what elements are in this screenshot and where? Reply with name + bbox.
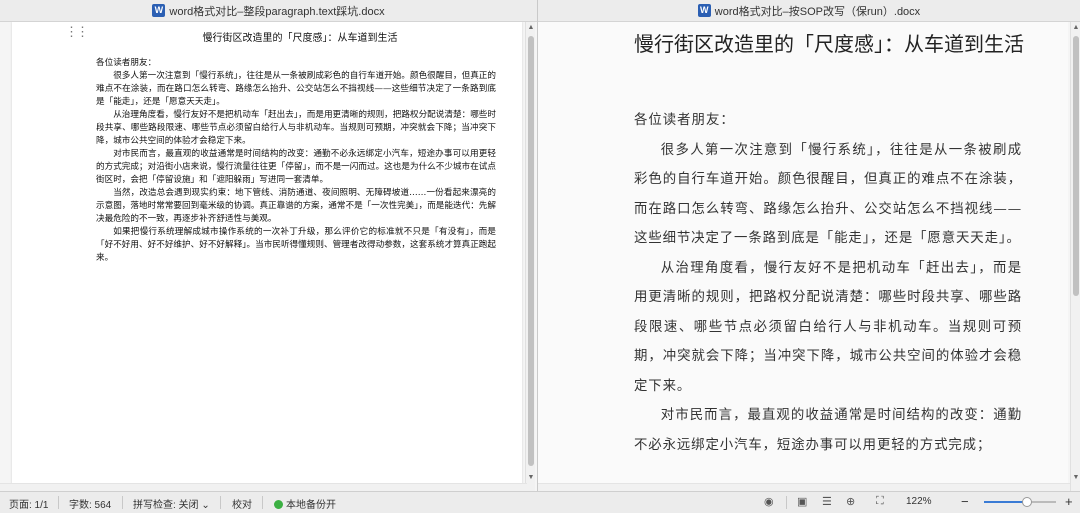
- left-window-titlebar[interactable]: W word格式对比–整段paragraph.text踩坑.docx: [0, 0, 537, 22]
- left-vertical-scrollbar[interactable]: ▲ ▼: [525, 22, 535, 491]
- zoom-slider-knob[interactable]: [1022, 497, 1033, 507]
- left-window-title: word格式对比–整段paragraph.text踩坑.docx: [169, 5, 385, 18]
- right-document-area: 慢行街区改造里的「尺度感」：从车道到生活 各位读者朋友： 很多人第一次注意到「慢…: [538, 22, 1080, 491]
- left-document-window: W word格式对比–整段paragraph.text踩坑.docx ⋮⋮ 慢行…: [0, 0, 537, 491]
- scroll-down-arrow-icon[interactable]: ▼: [526, 474, 536, 481]
- zoom-slider-fill: [984, 501, 1028, 503]
- spellcheck-label: 拼写检查: 关闭: [133, 500, 199, 511]
- status-bar: 页面: 1/1 字数: 564 拼写检查: 关闭 ⌄ 校对 本地备份开 ◉ ▣ …: [0, 491, 1080, 513]
- status-separator: [58, 496, 59, 509]
- left-paragraph: 对市民而言，最直观的收益通常是时间结构的改变：通勤不必永远绑定小汽车，短途办事可…: [96, 149, 496, 185]
- page-indicator[interactable]: 页面: 1/1: [9, 496, 48, 511]
- status-separator: [262, 496, 263, 509]
- chevron-down-icon: ⌄: [201, 500, 210, 511]
- left-paragraph: 如果把慢行系统理解成城市操作系统的一次补丁升级，那么评价它的标准就不只是「有没有…: [96, 227, 496, 263]
- right-doc-title: 慢行街区改造里的「尺度感」：从车道到生活: [634, 32, 1024, 56]
- left-scroll-thumb[interactable]: [528, 36, 534, 466]
- left-document-area: ⋮⋮ 慢行街区改造里的「尺度感」：从车道到生活 各位读者朋友： 很多人第一次注意…: [0, 22, 537, 491]
- eye-icon[interactable]: ◉: [764, 495, 774, 508]
- word-count[interactable]: 字数: 564: [69, 496, 111, 511]
- right-doc-body: 各位读者朋友： 很多人第一次注意到「慢行系统」，往往是从一条被刷成彩色的自行车道…: [634, 106, 1022, 460]
- scroll-down-arrow-icon[interactable]: ▼: [1071, 474, 1080, 481]
- right-paragraph: 很多人第一次注意到「慢行系统」，往往是从一条被刷成彩色的自行车道开始。颜色很醒目…: [634, 142, 1022, 247]
- zoom-slider[interactable]: [984, 497, 1056, 507]
- right-document-page[interactable]: 慢行街区改造里的「尺度感」：从车道到生活 各位读者朋友： 很多人第一次注意到「慢…: [538, 22, 1068, 491]
- drag-handle-icon[interactable]: ⋮⋮: [65, 25, 89, 38]
- left-horizontal-scrollbar[interactable]: [0, 483, 527, 491]
- left-paragraph: 从治理角度看，慢行友好不是把机动车「赶出去」，而是用更清晰的规则，把路权分配说清…: [96, 110, 496, 146]
- left-document-page[interactable]: ⋮⋮ 慢行街区改造里的「尺度感」：从车道到生活 各位读者朋友： 很多人第一次注意…: [12, 22, 522, 491]
- right-window-title: word格式对比–按SOP改写（保run）.docx: [714, 5, 921, 18]
- left-doc-body: 各位读者朋友： 很多人第一次注意到「慢行系统」，往往是从一条被刷成彩色的自行车道…: [96, 57, 496, 265]
- word-app-icon: W: [152, 4, 166, 17]
- outline-view-icon[interactable]: ☰: [822, 495, 832, 508]
- left-doc-title: 慢行街区改造里的「尺度感」：从车道到生活: [202, 33, 398, 44]
- zoom-out-button[interactable]: −: [961, 494, 969, 509]
- right-document-window: W word格式对比–按SOP改写（保run）.docx 慢行街区改造里的「尺度…: [538, 0, 1080, 491]
- scroll-up-arrow-icon[interactable]: ▲: [1071, 24, 1080, 31]
- status-separator: [122, 496, 123, 509]
- local-backup-status[interactable]: 本地备份开: [274, 496, 336, 511]
- right-vertical-scrollbar[interactable]: ▲ ▼: [1070, 22, 1080, 491]
- focus-mode-icon[interactable]: ⛶: [876, 495, 884, 508]
- zoom-in-button[interactable]: +: [1065, 494, 1073, 509]
- scroll-up-arrow-icon[interactable]: ▲: [526, 24, 536, 31]
- status-separator: [786, 496, 787, 509]
- right-paragraph: 从治理角度看，慢行友好不是把机动车「赶出去」，而是用更清晰的规则，把路权分配说清…: [634, 260, 1022, 394]
- right-horizontal-scrollbar[interactable]: [538, 483, 1070, 491]
- right-paragraph: 对市民而言，最直观的收益通常是时间结构的改变：通勤不必永远绑定小汽车，短途办事可…: [634, 408, 1022, 453]
- right-scroll-thumb[interactable]: [1073, 36, 1079, 296]
- zoom-level[interactable]: 122%: [906, 496, 932, 507]
- backup-label: 本地备份开: [286, 500, 336, 511]
- status-separator: [220, 496, 221, 509]
- proofread-button[interactable]: 校对: [232, 496, 252, 511]
- backup-status-dot-icon: [274, 500, 283, 509]
- word-app-icon: W: [697, 4, 711, 17]
- left-paragraph: 很多人第一次注意到「慢行系统」，往往是从一条被刷成彩色的自行车道开始。颜色很醒目…: [96, 71, 496, 107]
- spellcheck-toggle[interactable]: 拼写检查: 关闭 ⌄: [133, 496, 210, 511]
- page-view-icon[interactable]: ▣: [797, 495, 807, 508]
- right-window-titlebar[interactable]: W word格式对比–按SOP改写（保run）.docx: [538, 0, 1080, 22]
- left-paragraph: 当然，改造总会遇到现实约束：地下管线、消防通道、夜间照明、无障碍坡道……一份看起…: [96, 188, 496, 224]
- left-salutation: 各位读者朋友：: [96, 58, 157, 68]
- right-salutation: 各位读者朋友：: [634, 113, 735, 128]
- web-view-icon[interactable]: ⊕: [846, 495, 855, 508]
